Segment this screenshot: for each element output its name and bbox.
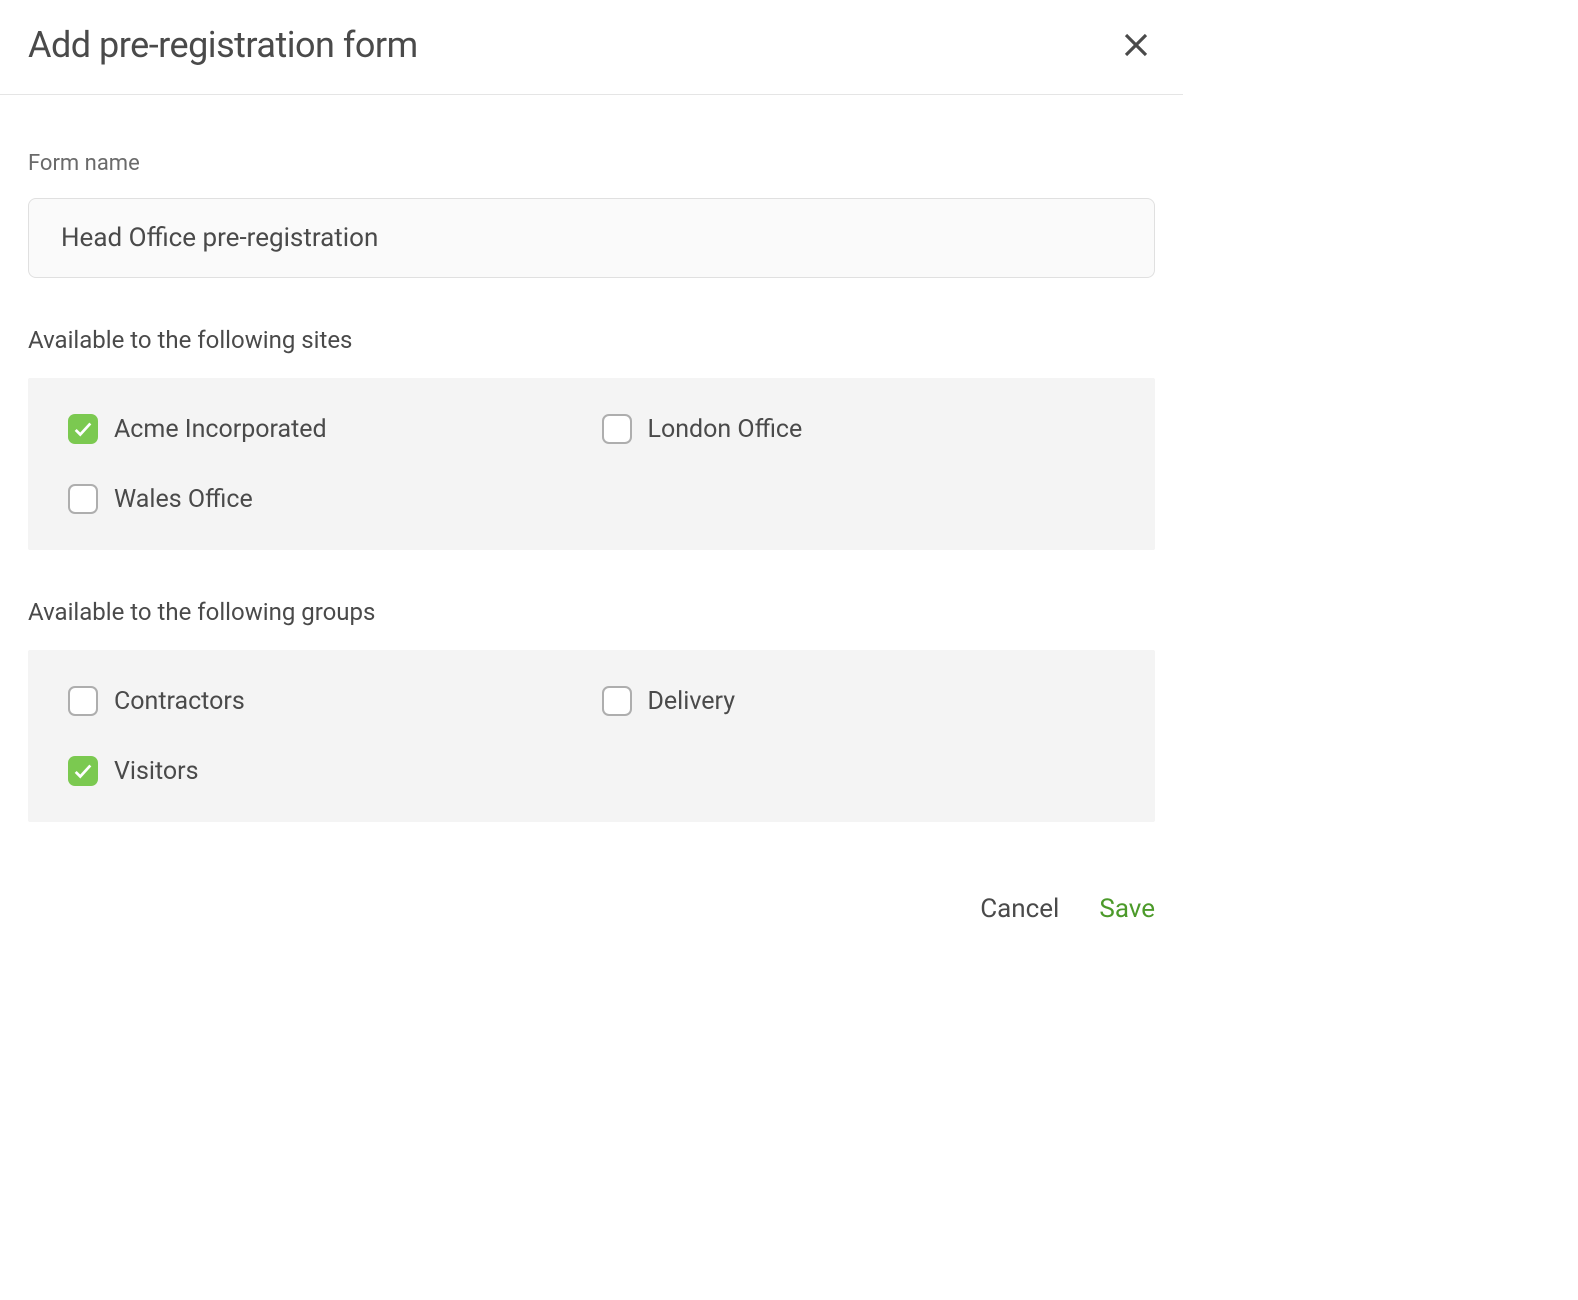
modal-title: Add pre-registration form	[28, 24, 418, 66]
close-icon	[1121, 30, 1151, 60]
form-name-input[interactable]	[28, 198, 1155, 278]
groups-panel: Contractors Delivery Visitors	[28, 650, 1155, 822]
site-checkbox[interactable]	[602, 414, 632, 444]
site-checkbox[interactable]	[68, 484, 98, 514]
group-checkbox[interactable]	[602, 686, 632, 716]
modal-footer: Cancel Save	[0, 842, 1183, 948]
group-item[interactable]: Delivery	[602, 686, 1116, 716]
group-label: Delivery	[648, 687, 736, 716]
close-button[interactable]	[1117, 26, 1155, 64]
save-button[interactable]: Save	[1099, 890, 1155, 928]
group-checkbox[interactable]	[68, 756, 98, 786]
site-item[interactable]: Wales Office	[68, 484, 582, 514]
check-icon	[72, 418, 94, 440]
groups-section-label: Available to the following groups	[28, 598, 1155, 626]
site-item[interactable]: London Office	[602, 414, 1116, 444]
site-item[interactable]: Acme Incorporated	[68, 414, 582, 444]
group-checkbox[interactable]	[68, 686, 98, 716]
site-label: Acme Incorporated	[114, 415, 327, 444]
site-label: Wales Office	[114, 485, 253, 514]
cancel-button[interactable]: Cancel	[980, 890, 1059, 928]
sites-section-label: Available to the following sites	[28, 326, 1155, 354]
modal-body: Form name Available to the following sit…	[0, 95, 1183, 842]
site-label: London Office	[648, 415, 803, 444]
check-icon	[72, 760, 94, 782]
modal: Add pre-registration form Form name Avai…	[0, 0, 1183, 948]
modal-header: Add pre-registration form	[0, 0, 1183, 95]
sites-panel: Acme Incorporated London Office Wales Offi…	[28, 378, 1155, 550]
group-item[interactable]: Contractors	[68, 686, 582, 716]
group-label: Contractors	[114, 687, 245, 716]
group-label: Visitors	[114, 757, 199, 786]
site-checkbox[interactable]	[68, 414, 98, 444]
group-item[interactable]: Visitors	[68, 756, 582, 786]
form-name-label: Form name	[28, 151, 1155, 176]
